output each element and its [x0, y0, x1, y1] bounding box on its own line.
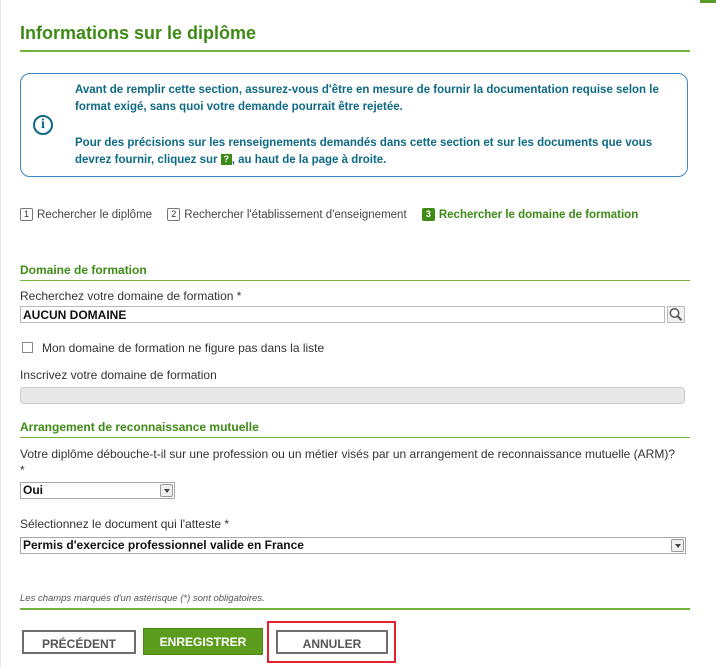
document-label: Sélectionnez le document qui l'atteste * [20, 517, 230, 531]
steps-breadcrumb: 1 Rechercher le diplôme 2 Rechercher l'éta… [20, 208, 650, 221]
info-paragraph-2-end: , au haut de la page à droite. [231, 154, 387, 166]
page-title: Informations sur le diplôme [20, 23, 690, 52]
document-value: Permis d'exercice professionnel valide e… [23, 538, 304, 552]
left-border [0, 0, 1, 668]
step-2[interactable]: 2 Rechercher l'établissement d'enseigneme… [167, 208, 407, 221]
step-3[interactable]: 3 Rechercher le domaine de formation [421, 208, 639, 221]
section-title-arm: Arrangement de reconnaissance mutuelle [20, 420, 690, 438]
magnifier-icon[interactable] [667, 306, 685, 323]
search-domaine-label: Recherchez votre domaine de formation * [20, 289, 242, 303]
step-2-number: 2 [167, 208, 181, 221]
step-3-label: Rechercher le domaine de formation [438, 209, 639, 221]
arm-question-value: Oui [23, 483, 43, 497]
chevron-down-icon[interactable] [160, 484, 173, 497]
search-domaine-input[interactable] [20, 306, 665, 323]
step-1[interactable]: 1 Rechercher le diplôme [20, 208, 152, 221]
footer-divider [20, 608, 690, 610]
cancel-highlight-box [267, 621, 396, 663]
domaine-not-listed-label[interactable]: Mon domaine de formation ne figure pas d… [42, 341, 324, 355]
save-button[interactable]: ENREGISTRER [143, 628, 263, 655]
help-icon: ? [220, 154, 232, 165]
info-paragraph-2: Pour des précisions sur les renseignemen… [75, 135, 675, 169]
step-3-number: 3 [421, 208, 435, 221]
section-title-domaine: Domaine de formation [20, 263, 690, 281]
previous-button[interactable]: PRÉCÉDENT [22, 630, 136, 654]
arm-question-label: Votre diplôme débouche-t-il sur une prof… [20, 447, 676, 477]
arm-question-select[interactable]: Oui [20, 482, 175, 499]
info-notice: i Avant de remplir cette section, assure… [20, 73, 688, 177]
top-right-accent [700, 0, 716, 3]
chevron-down-icon[interactable] [671, 539, 684, 552]
document-select[interactable]: Permis d'exercice professionnel valide e… [20, 537, 686, 554]
step-2-label: Rechercher l'établissement d'enseignemen… [184, 209, 407, 221]
step-1-number: 1 [20, 208, 33, 221]
info-paragraph-1: Avant de remplir cette section, assurez-… [75, 84, 659, 113]
info-circle-icon: i [33, 115, 53, 135]
domaine-not-listed-checkbox[interactable] [22, 342, 33, 353]
required-fields-note: Les champs marqués d'un astérisque (*) s… [20, 593, 265, 604]
step-1-label: Rechercher le diplôme [37, 209, 153, 221]
write-domaine-label: Inscrivez votre domaine de formation [20, 368, 217, 382]
write-domaine-input [20, 387, 685, 404]
